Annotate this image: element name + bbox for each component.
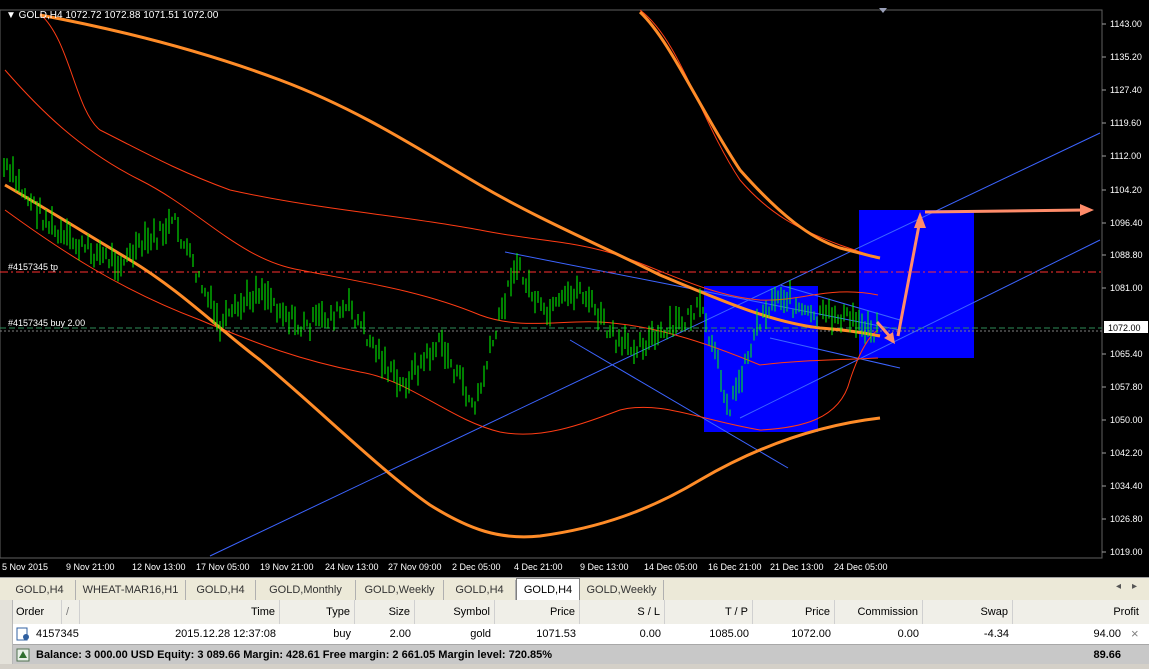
price-tick-label: 1127.40 [1110, 85, 1142, 95]
col-type[interactable]: Type [280, 600, 355, 624]
balance-summary: Balance: 3 000.00 USD Equity: 3 089.66 M… [36, 649, 553, 661]
tab-chart[interactable]: GOLD,H4 [186, 580, 256, 600]
row-type: buy [333, 628, 351, 640]
chart-tabs-bar: GOLD,H4 WHEAT-MAR16,H1 GOLD,H4 GOLD,Monthly… [0, 577, 1149, 601]
order-icon [16, 624, 32, 644]
price-chart[interactable]: ▼ GOLD,H4 1072.72 1072.88 1071.51 1072.0… [0, 0, 1149, 577]
col-size[interactable]: Size [355, 600, 415, 624]
time-tick-label: 2 Dec 05:00 [452, 562, 501, 572]
highlight-box-left [704, 286, 818, 432]
time-tick-label: 24 Dec 05:00 [834, 562, 888, 572]
price-tick-label: 1026.80 [1110, 514, 1143, 524]
price-tick-label: 1065.40 [1110, 349, 1143, 359]
time-tick-label: 27 Nov 09:00 [388, 562, 442, 572]
time-tick-label: 17 Nov 05:00 [196, 562, 250, 572]
tab-chart[interactable]: GOLD,H4 [516, 578, 580, 601]
price-tick-label: 1112.00 [1110, 151, 1141, 161]
time-tick-label: 4 Dec 21:00 [514, 562, 563, 572]
chart-window[interactable]: ▼ GOLD,H4 1072.72 1072.88 1071.51 1072.0… [0, 0, 1149, 577]
col-swap[interactable]: Swap [923, 600, 1013, 624]
tab-chart[interactable]: GOLD,Weekly [580, 580, 664, 600]
price-tick-label: 1050.00 [1110, 415, 1143, 425]
time-axis-labels: 5 Nov 2015 9 Nov 21:00 12 Nov 13:00 17 Nov … [2, 562, 888, 572]
col-sort-indicator: / [62, 600, 80, 624]
band-upper [39, 13, 879, 301]
row-commission: 0.00 [897, 628, 919, 640]
arrow-right-segment [924, 208, 1086, 214]
balance-row: Balance: 3 000.00 USD Equity: 3 089.66 M… [0, 644, 1149, 664]
balance-total: 89.66 [1093, 649, 1121, 661]
col-current-price[interactable]: Price [753, 600, 835, 624]
time-tick-label: 9 Dec 13:00 [580, 562, 629, 572]
price-tick-label: 1096.40 [1110, 218, 1143, 228]
time-tick-label: 19 Nov 21:00 [260, 562, 314, 572]
price-tick-label: 1119.60 [1110, 118, 1141, 128]
price-tick-label: 1135.20 [1110, 52, 1142, 62]
col-order[interactable]: Order [12, 600, 62, 624]
row-size: 2.00 [389, 628, 411, 640]
row-symbol: gold [470, 628, 491, 640]
time-tick-label: 21 Dec 13:00 [770, 562, 824, 572]
price-tick-label: 1143.00 [1110, 19, 1142, 29]
tab-chart[interactable]: WHEAT-MAR16,H1 [76, 580, 186, 600]
time-tick-label: 9 Nov 21:00 [66, 562, 115, 572]
terminal-header: Order / Time Type Size Symbol Price S / … [0, 600, 1149, 625]
time-tick-label: 5 Nov 2015 [2, 562, 48, 572]
tabs-scroll-right-icon[interactable]: ▸ [1132, 581, 1137, 592]
price-tick-label: 1034.40 [1110, 481, 1143, 491]
tab-chart[interactable]: GOLD,H4 [4, 580, 76, 600]
moving-averages [4, 10, 881, 539]
row-profit: 94.00 [1093, 628, 1121, 640]
tp-order-label: #4157345 tp [8, 262, 58, 272]
price-tick-label: 1042.20 [1110, 448, 1143, 458]
time-tick-label: 16 Dec 21:00 [708, 562, 762, 572]
time-tick-label: 24 Nov 13:00 [325, 562, 379, 572]
price-tick-label: 1081.00 [1110, 283, 1143, 293]
row-swap: -4.34 [983, 628, 1009, 640]
col-sl[interactable]: S / L [580, 600, 665, 624]
tab-chart[interactable]: GOLD,Weekly [356, 580, 444, 600]
col-tp[interactable]: T / P [665, 600, 753, 624]
price-tick-label: 1057.80 [1110, 382, 1143, 392]
balance-icon [16, 645, 32, 665]
ma-upper-envelope [638, 10, 881, 260]
price-tick-label: 1088.80 [1110, 250, 1143, 260]
current-price-label: 1072.00 [1108, 323, 1141, 333]
col-commission[interactable]: Commission [835, 600, 923, 624]
row-current-price: 1072.00 [791, 628, 831, 640]
time-tick-label: 12 Nov 13:00 [132, 562, 186, 572]
arrow-right-head [1080, 204, 1094, 216]
terminal-side-strip [0, 600, 13, 664]
row-tp: 1085.00 [709, 628, 749, 640]
buy-order-label: #4157345 buy 2.00 [8, 318, 85, 328]
row-sl: 0.00 [639, 628, 661, 640]
price-axis-labels: 1143.00 1135.20 1127.40 1119.60 1112.00 1104.… [1102, 19, 1143, 557]
tab-chart[interactable]: GOLD,Monthly [256, 580, 356, 600]
price-tick-label: 1104.20 [1110, 185, 1142, 195]
col-symbol[interactable]: Symbol [415, 600, 495, 624]
tabs-scroll-left-icon[interactable]: ◂ [1116, 581, 1121, 592]
price-tick-label: 1019.00 [1110, 547, 1143, 557]
symbol-header: ▼ GOLD,H4 1072.72 1072.88 1071.51 1072.0… [6, 10, 219, 21]
band-outer-upper [639, 9, 879, 259]
col-price[interactable]: Price [495, 600, 580, 624]
terminal-panel: Order / Time Type Size Symbol Price S / … [0, 600, 1149, 664]
col-profit[interactable]: Profit [1013, 600, 1143, 624]
row-time: 2015.12.28 12:37:08 [175, 628, 276, 640]
tab-chart[interactable]: GOLD,H4 [444, 580, 516, 600]
table-row[interactable]: 4157345 2015.12.28 12:37:08 buy 2.00 gol… [0, 624, 1149, 644]
row-price: 1071.53 [536, 628, 576, 640]
time-tick-label: 14 Dec 05:00 [644, 562, 698, 572]
close-order-icon[interactable]: × [1127, 624, 1145, 644]
col-time[interactable]: Time [80, 600, 280, 624]
